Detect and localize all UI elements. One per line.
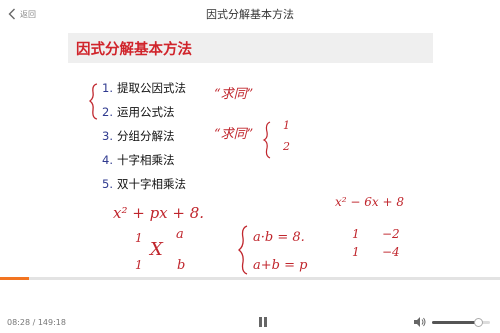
cross-x-mark: X xyxy=(148,239,164,260)
playback-time: 08:28 / 149:18 xyxy=(7,318,66,327)
cross-top-right: a xyxy=(176,227,184,242)
cross-bottom-left: 1 xyxy=(135,258,143,272)
handwritten-annotations: “求同” “求同” 1 2 x² + px + 8. 1 X a 1 b a·b… xyxy=(88,83,404,275)
brace-num-1: 1 xyxy=(283,119,290,132)
cross-top-left: 1 xyxy=(135,231,143,245)
volume-slider[interactable] xyxy=(432,318,490,327)
pause-button[interactable] xyxy=(258,316,268,328)
right-row1-left: 1 xyxy=(352,227,360,241)
note-brace-mark xyxy=(262,121,271,159)
right-row2-left: 1 xyxy=(352,245,360,259)
system-line-1: a·b = 8. xyxy=(253,230,305,245)
right-row1-right: −2 xyxy=(382,227,400,241)
expression-left: x² + px + 8. xyxy=(113,204,204,222)
lecture-slide: 因式分解基本方法 1. 提取公因式法 2. 运用公式法 3. 分组分解法 4. 十字相乘… xyxy=(0,28,500,277)
volume-icon[interactable] xyxy=(413,316,427,328)
player-controls: 08:28 / 149:18 xyxy=(0,277,500,333)
progress-bar[interactable] xyxy=(0,277,500,280)
system-brace-mark xyxy=(237,225,248,275)
note-middle: “求同” xyxy=(214,127,253,142)
cross-bottom-right: b xyxy=(177,258,185,273)
list-brace-mark xyxy=(88,83,98,120)
expression-right: x² − 6x + 8 xyxy=(335,195,404,209)
right-row2-right: −4 xyxy=(382,245,400,259)
note-top: “求同” xyxy=(214,87,253,102)
volume-fill xyxy=(432,321,479,324)
brace-num-2: 2 xyxy=(282,140,290,153)
system-line-2: a+b = p xyxy=(253,258,308,273)
volume-knob[interactable] xyxy=(474,318,484,327)
top-bar: 返回 因式分解基本方法 xyxy=(0,0,500,29)
page-title: 因式分解基本方法 xyxy=(206,8,294,21)
progress-fill xyxy=(0,277,29,280)
